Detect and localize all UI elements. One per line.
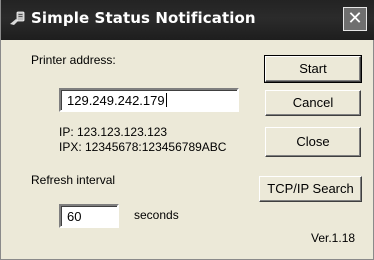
window-title: Simple Status Notification [31,9,256,27]
refresh-interval-value: 60 [67,209,82,224]
printer-address-input[interactable]: 129.249.242.179 [59,88,239,112]
close-icon[interactable]: ✕ [343,7,367,31]
refresh-interval-input[interactable]: 60 [59,204,119,228]
cancel-button[interactable]: Cancel [265,90,361,116]
printer-status-icon [10,11,25,25]
dialog-window: Simple Status Notification ✕ Printer add… [0,0,374,260]
tcpip-search-button[interactable]: TCP/IP Search [259,176,362,202]
text-caret [165,93,167,107]
ip-address-text: IP: 123.123.123.123 [59,125,168,139]
printer-address-label: Printer address: [31,53,116,67]
version-text: Ver.1.18 [311,231,356,245]
ipx-address-text: IPX: 12345678:123456789ABC [59,140,227,154]
refresh-interval-label: Refresh interval [31,173,116,187]
close-button[interactable]: Close [265,127,361,157]
seconds-label: seconds [134,208,179,222]
title-bar[interactable]: Simple Status Notification ✕ [1,0,374,40]
printer-address-value: 129.249.242.179 [67,93,165,108]
start-button[interactable]: Start [264,55,362,83]
